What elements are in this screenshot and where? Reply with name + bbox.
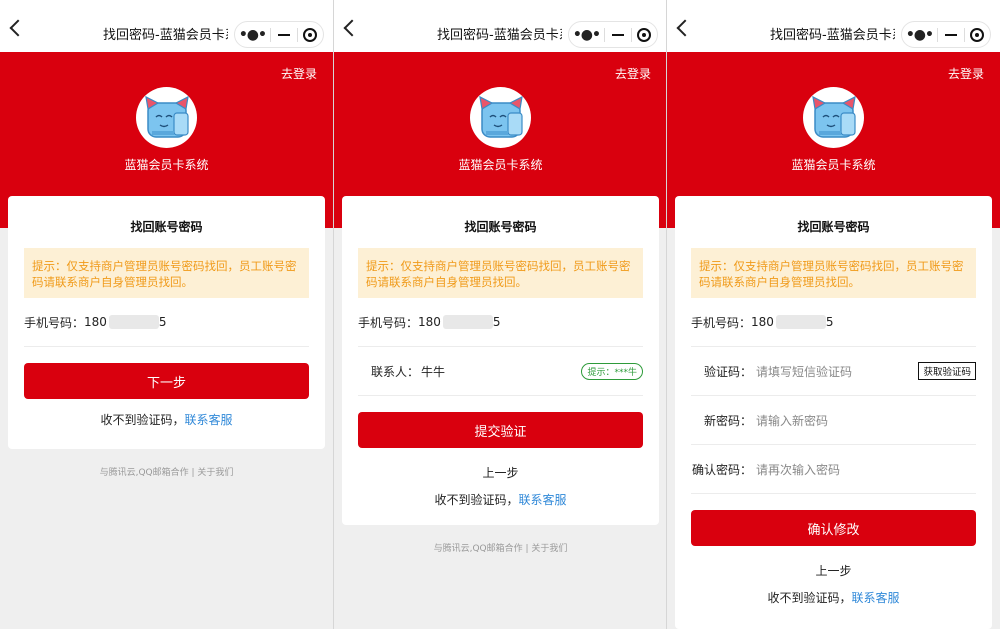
cat-logo-icon (136, 87, 197, 148)
card-title: 找回账号密码 (797, 220, 870, 234)
recover-card: 找回账号密码 提示：仅支持商户管理员账号密码找回，员工账号密码请联系商户自身管理… (8, 196, 325, 449)
brand-name: 蓝猫会员卡系统 (124, 158, 209, 172)
minimize-icon[interactable] (938, 33, 964, 36)
phone-row: 手机号码： 180 5 (691, 298, 976, 347)
close-target-icon[interactable] (965, 27, 990, 42)
screen-step-1: 找回密码-蓝猫会员卡系... •●• 去登录 蓝猫会员卡系统 找回账号密码 提示… (0, 0, 333, 629)
login-link[interactable]: 去登录 (948, 65, 984, 82)
help-text: 收不到验证码， (434, 493, 519, 507)
phone-label: 手机号码： (358, 315, 419, 330)
get-code-button[interactable]: 获取验证码 (918, 362, 976, 380)
recover-card: 找回账号密码 提示：仅支持商户管理员账号密码找回，员工账号密码请联系商户自身管理… (675, 196, 992, 629)
prev-step-link[interactable]: 上一步 (342, 464, 659, 481)
card-title: 找回账号密码 (130, 220, 203, 234)
phone-prefix: 180 (751, 315, 774, 329)
cat-logo-icon (803, 87, 864, 148)
masked-digits (108, 315, 159, 329)
masked-digits (442, 315, 493, 329)
footer-links[interactable]: 与腾讯云,QQ邮箱合作 | 关于我们 (0, 465, 333, 478)
footer-links[interactable]: 与腾讯云,QQ邮箱合作 | 关于我们 (334, 541, 667, 554)
phone-suffix: 5 (825, 315, 834, 329)
brand-name: 蓝猫会员卡系统 (791, 158, 876, 172)
contact-service-link[interactable]: 联系客服 (852, 591, 900, 605)
contact-label: 联系人： (370, 364, 419, 379)
cat-logo-icon (470, 87, 531, 148)
next-button[interactable]: 下一步 (24, 363, 309, 399)
notice-tip: 提示：仅支持商户管理员账号密码找回，员工账号密码请联系商户自身管理员找回。 (358, 248, 643, 298)
help-text: 收不到验证码， (100, 413, 185, 427)
close-target-icon[interactable] (632, 27, 657, 42)
phone-prefix: 180 (418, 315, 441, 329)
code-row: 验证码： 请填写短信验证码 获取验证码 (691, 347, 976, 396)
phone-row: 手机号码： 180 5 (358, 298, 643, 347)
more-icon[interactable]: •●• (902, 27, 937, 43)
nav-title: 找回密码-蓝猫会员卡系... (437, 28, 562, 43)
nav-bar: 找回密码-蓝猫会员卡系... •●• (667, 0, 1000, 52)
phone-label: 手机号码： (691, 315, 752, 330)
mini-program-capsule: •●• (901, 21, 991, 48)
code-input[interactable]: 请填写短信验证码 (756, 363, 852, 380)
close-target-icon[interactable] (298, 27, 323, 42)
back-arrow-icon[interactable] (676, 19, 694, 37)
back-arrow-icon[interactable] (343, 19, 361, 37)
notice-tip: 提示：仅支持商户管理员账号密码找回，员工账号密码请联系商户自身管理员找回。 (691, 248, 976, 298)
mini-program-capsule: •●• (234, 21, 324, 48)
nav-bar: 找回密码-蓝猫会员卡系... •●• (334, 0, 667, 52)
confirm-password-label: 确认密码： (691, 462, 752, 477)
help-text: 收不到验证码， (767, 591, 852, 605)
contact-service-link[interactable]: 联系客服 (519, 493, 567, 507)
masked-digits (775, 315, 826, 329)
recover-card: 找回账号密码 提示：仅支持商户管理员账号密码找回，员工账号密码请联系商户自身管理… (342, 196, 659, 525)
contact-row: 联系人： 牛牛 提示：***牛 (358, 347, 643, 396)
screen-step-3: 找回密码-蓝猫会员卡系... •●• 去登录 蓝猫会员卡系统 找回账号密码 提示… (667, 0, 1000, 629)
notice-tip: 提示：仅支持商户管理员账号密码找回，员工账号密码请联系商户自身管理员找回。 (24, 248, 309, 298)
new-password-input[interactable]: 请输入新密码 (756, 412, 828, 429)
help-line: 收不到验证码，联系客服 (675, 589, 992, 606)
minimize-icon[interactable] (605, 33, 631, 36)
help-line: 收不到验证码，联系客服 (342, 491, 659, 508)
screen-step-2: 找回密码-蓝猫会员卡系... •●• 去登录 蓝猫会员卡系统 找回账号密码 提示… (334, 0, 667, 629)
minimize-icon[interactable] (271, 33, 297, 36)
nav-bar: 找回密码-蓝猫会员卡系... •●• (0, 0, 333, 52)
contact-service-link[interactable]: 联系客服 (185, 413, 233, 427)
login-link[interactable]: 去登录 (281, 65, 317, 82)
nav-title: 找回密码-蓝猫会员卡系... (770, 28, 895, 43)
phone-prefix: 180 (84, 315, 107, 329)
phone-value: 180 5 (751, 315, 834, 329)
contact-hint-badge: 提示：***牛 (581, 362, 643, 380)
card-title: 找回账号密码 (464, 220, 537, 234)
prev-step-link[interactable]: 上一步 (675, 562, 992, 579)
contact-input[interactable]: 牛牛 (421, 363, 445, 380)
login-link[interactable]: 去登录 (615, 65, 651, 82)
more-icon[interactable]: •●• (235, 27, 270, 43)
confirm-change-button[interactable]: 确认修改 (691, 510, 976, 546)
phone-value: 180 5 (84, 315, 167, 329)
submit-verify-button[interactable]: 提交验证 (358, 412, 643, 448)
more-icon[interactable]: •●• (569, 27, 604, 43)
confirm-password-input[interactable]: 请再次输入密码 (756, 461, 840, 478)
phone-suffix: 5 (158, 315, 167, 329)
confirm-password-row: 确认密码： 请再次输入密码 (691, 445, 976, 494)
brand-name: 蓝猫会员卡系统 (458, 158, 543, 172)
phone-value: 180 5 (418, 315, 501, 329)
new-password-row: 新密码： 请输入新密码 (691, 396, 976, 445)
nav-title: 找回密码-蓝猫会员卡系... (103, 28, 228, 43)
back-arrow-icon[interactable] (9, 19, 27, 37)
phone-suffix: 5 (492, 315, 501, 329)
code-label: 验证码： (703, 364, 752, 379)
help-line: 收不到验证码，联系客服 (8, 411, 325, 428)
mini-program-capsule: •●• (568, 21, 658, 48)
phone-row: 手机号码： 180 5 (24, 298, 309, 347)
phone-label: 手机号码： (24, 315, 85, 330)
new-password-label: 新密码： (703, 413, 752, 428)
